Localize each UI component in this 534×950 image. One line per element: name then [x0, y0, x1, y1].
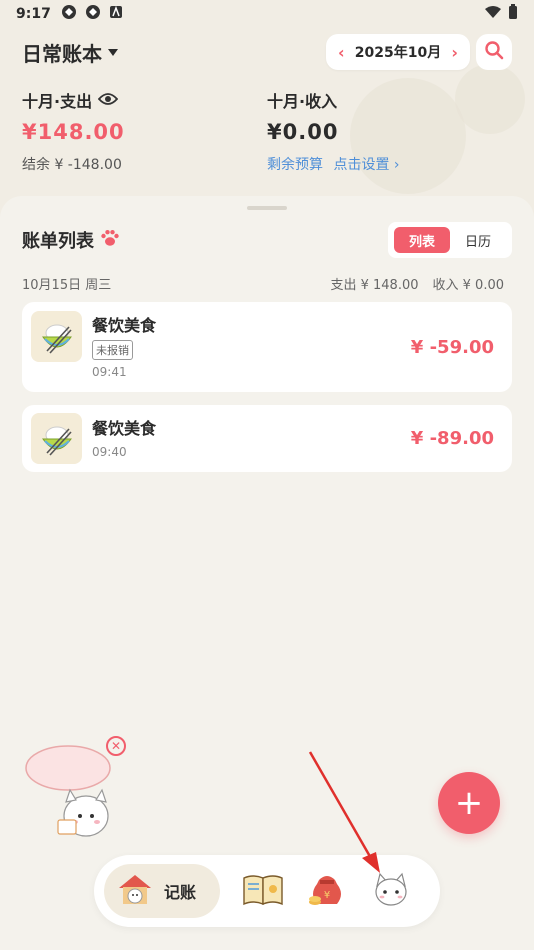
food-bowl-icon — [31, 311, 82, 362]
eye-icon[interactable] — [97, 91, 119, 110]
balance-text: 结余 ¥ -148.00 — [22, 157, 122, 173]
date-group-header: 10月15日 周三 支出 ¥ 148.00 收入 ¥ 0.00 — [22, 274, 504, 293]
svg-text:¥: ¥ — [324, 890, 330, 901]
budget-remaining-label: 剩余预算 — [267, 157, 323, 173]
money-bag-icon: ¥ — [307, 870, 347, 912]
wifi-icon — [484, 5, 502, 23]
expense-amount: ¥148.00 — [22, 120, 125, 144]
food-bowl-icon — [31, 413, 82, 464]
month-picker[interactable]: ‹ 2025年10月 › — [326, 34, 470, 70]
search-button[interactable] — [476, 34, 512, 70]
status-time: 9:17 — [16, 6, 51, 22]
item-category: 餐饮美食 — [92, 419, 157, 438]
income-amount: ¥0.00 — [267, 120, 339, 144]
app-notification-icon — [85, 4, 101, 24]
house-cat-icon — [116, 870, 154, 912]
nav-profile[interactable] — [370, 870, 412, 912]
nav-bookkeeping-label: 记账 — [164, 883, 197, 902]
promo-close-button[interactable]: ✕ — [106, 736, 126, 756]
budget-setup-link[interactable]: 点击设置 › — [333, 157, 399, 173]
expense-label: 十月·支出 — [22, 92, 93, 111]
income-summary: 十月·收入 ¥0.00 剩余预算 点击设置 › — [267, 88, 400, 174]
tab-list[interactable]: 列表 — [394, 227, 450, 253]
battery-icon — [508, 4, 518, 24]
next-month-button[interactable]: › — [451, 43, 458, 62]
app-notification-icon — [109, 5, 123, 23]
list-item[interactable]: 餐饮美食 未报销 09:41 ¥ -59.00 — [22, 302, 512, 392]
status-bar: 9:17 — [0, 0, 534, 28]
bottom-nav: 记账 ¥ — [94, 855, 440, 927]
item-amount: ¥ -89.00 — [410, 428, 494, 449]
app-notification-icon — [61, 4, 77, 24]
add-bill-button[interactable]: + — [438, 772, 500, 834]
book-title: 日常账本 — [22, 41, 102, 66]
nav-bookkeeping[interactable]: 记账 — [104, 864, 220, 918]
income-label: 十月·收入 — [267, 92, 338, 111]
list-header: 账单列表 列表 日历 — [22, 222, 512, 258]
list-title: 账单列表 — [22, 231, 94, 252]
search-icon — [484, 40, 504, 64]
reimburse-tag: 未报销 — [92, 340, 133, 360]
nav-book[interactable] — [242, 870, 284, 912]
caret-down-icon — [108, 48, 118, 56]
book-selector[interactable]: 日常账本 — [22, 38, 118, 67]
book-icon — [242, 872, 284, 910]
group-date: 10月15日 周三 — [22, 278, 112, 293]
list-item[interactable]: 餐饮美食 09:40 ¥ -89.00 — [22, 405, 512, 472]
paw-icon — [100, 229, 120, 252]
item-time: 09:41 — [92, 365, 127, 379]
month-label: 2025年10月 — [354, 45, 442, 61]
group-income: 收入 ¥ 0.00 — [432, 278, 504, 293]
item-category: 餐饮美食 — [92, 316, 157, 335]
month-summary: 十月·支出 ¥148.00 结余 ¥ -148.00 十月·收入 ¥0.00 剩… — [22, 88, 512, 188]
item-amount: ¥ -59.00 — [410, 337, 494, 358]
item-time: 09:40 — [92, 445, 127, 459]
expense-summary: 十月·支出 ¥148.00 结余 ¥ -148.00 — [22, 88, 125, 174]
nav-assets[interactable]: ¥ — [306, 870, 348, 912]
group-expense: 支出 ¥ 148.00 — [330, 278, 419, 293]
top-header: 日常账本 ‹ 2025年10月 › — [22, 34, 512, 70]
tab-calendar[interactable]: 日历 — [450, 227, 506, 253]
prev-month-button[interactable]: ‹ — [338, 43, 345, 62]
view-toggle: 列表 日历 — [388, 222, 512, 258]
cat-profile-icon — [371, 870, 411, 912]
sheet-drag-handle[interactable] — [247, 206, 287, 210]
